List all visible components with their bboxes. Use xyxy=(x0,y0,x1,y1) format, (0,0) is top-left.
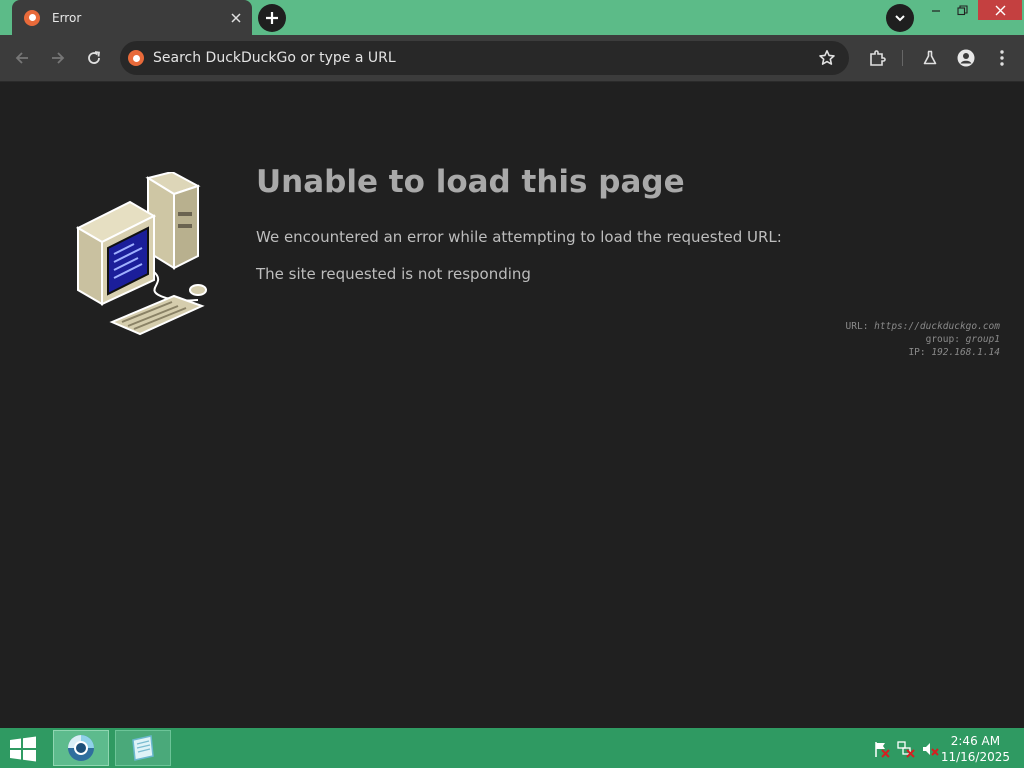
taskbar-clock[interactable]: 2:46 AM 11/16/2025 xyxy=(941,733,1010,765)
browser-toolbar: Search DuckDuckGo or type a URL xyxy=(0,35,1024,82)
clock-time: 2:46 AM xyxy=(950,734,1001,748)
taskbar xyxy=(0,728,1024,768)
address-bar-placeholder[interactable]: Search DuckDuckGo or type a URL xyxy=(153,50,817,66)
network-icon[interactable] xyxy=(897,740,915,758)
windows-logo-icon[interactable] xyxy=(8,736,38,762)
volume-muted-icon[interactable] xyxy=(921,740,939,758)
new-tab-button[interactable] xyxy=(258,4,286,32)
meta-url-value: https://duckduckgo.com xyxy=(874,321,1000,332)
computer-illustration xyxy=(75,172,207,336)
meta-ip-value: 192.168.1.14 xyxy=(931,347,1000,358)
forward-arrow-icon xyxy=(52,52,65,64)
meta-url-label: URL: xyxy=(845,321,869,332)
error-description: We encountered an error while attempting… xyxy=(256,228,782,246)
forward-button[interactable] xyxy=(45,45,71,71)
tab-strip: Error xyxy=(0,0,1024,35)
back-arrow-icon xyxy=(15,52,28,64)
toolbar-separator xyxy=(902,50,903,66)
meta-group: group: group1 xyxy=(846,333,1000,346)
taskbar-browser[interactable] xyxy=(53,730,109,766)
plus-icon xyxy=(266,12,278,24)
notepad-app-icon xyxy=(132,735,154,761)
profile-button[interactable] xyxy=(953,45,979,71)
back-button[interactable] xyxy=(9,45,35,71)
extensions-button[interactable] xyxy=(864,45,890,71)
address-bar[interactable]: Search DuckDuckGo or type a URL xyxy=(120,41,849,75)
flag-icon[interactable] xyxy=(873,740,891,758)
meta-ip: IP: 192.168.1.14 xyxy=(846,346,1000,359)
meta-group-label: group: xyxy=(925,334,960,345)
more-vertical-icon xyxy=(1000,50,1004,66)
browser-app-icon xyxy=(68,735,94,761)
restore-button[interactable] xyxy=(950,0,974,20)
duckduckgo-icon xyxy=(128,50,144,66)
clock-date: 11/16/2025 xyxy=(940,750,1010,764)
star-icon[interactable] xyxy=(817,48,837,68)
taskbar-app-2[interactable] xyxy=(115,730,171,766)
window-close-button[interactable] xyxy=(978,0,1022,20)
labs-button[interactable] xyxy=(917,45,943,71)
extensions-icon xyxy=(870,50,886,66)
tab-title: Error xyxy=(52,10,82,25)
error-reason: The site requested is not responding xyxy=(256,265,531,283)
reload-icon xyxy=(88,51,101,64)
close-icon xyxy=(995,5,1005,15)
meta-ip-label: IP: xyxy=(908,347,926,358)
duckduckgo-icon xyxy=(24,9,40,26)
tab-search-button[interactable] xyxy=(886,4,914,32)
page-title: Unable to load this page xyxy=(256,164,685,200)
error-page: Unable to load this page We encountered … xyxy=(0,82,1024,728)
minimize-button[interactable] xyxy=(924,0,948,20)
minimize-icon xyxy=(932,10,940,12)
tab-error[interactable]: Error xyxy=(12,0,252,35)
reload-button[interactable] xyxy=(81,45,107,71)
labs-flask-icon xyxy=(923,50,937,65)
error-meta: URL: https://duckduckgo.com group: group… xyxy=(846,320,1000,359)
meta-url: URL: https://duckduckgo.com xyxy=(846,320,1000,333)
chevron-down-icon xyxy=(895,15,905,22)
meta-group-value: group1 xyxy=(965,334,1000,345)
profile-icon xyxy=(957,49,975,67)
menu-button[interactable] xyxy=(989,45,1015,71)
maximize-icon xyxy=(956,4,968,15)
close-icon[interactable] xyxy=(228,10,244,26)
